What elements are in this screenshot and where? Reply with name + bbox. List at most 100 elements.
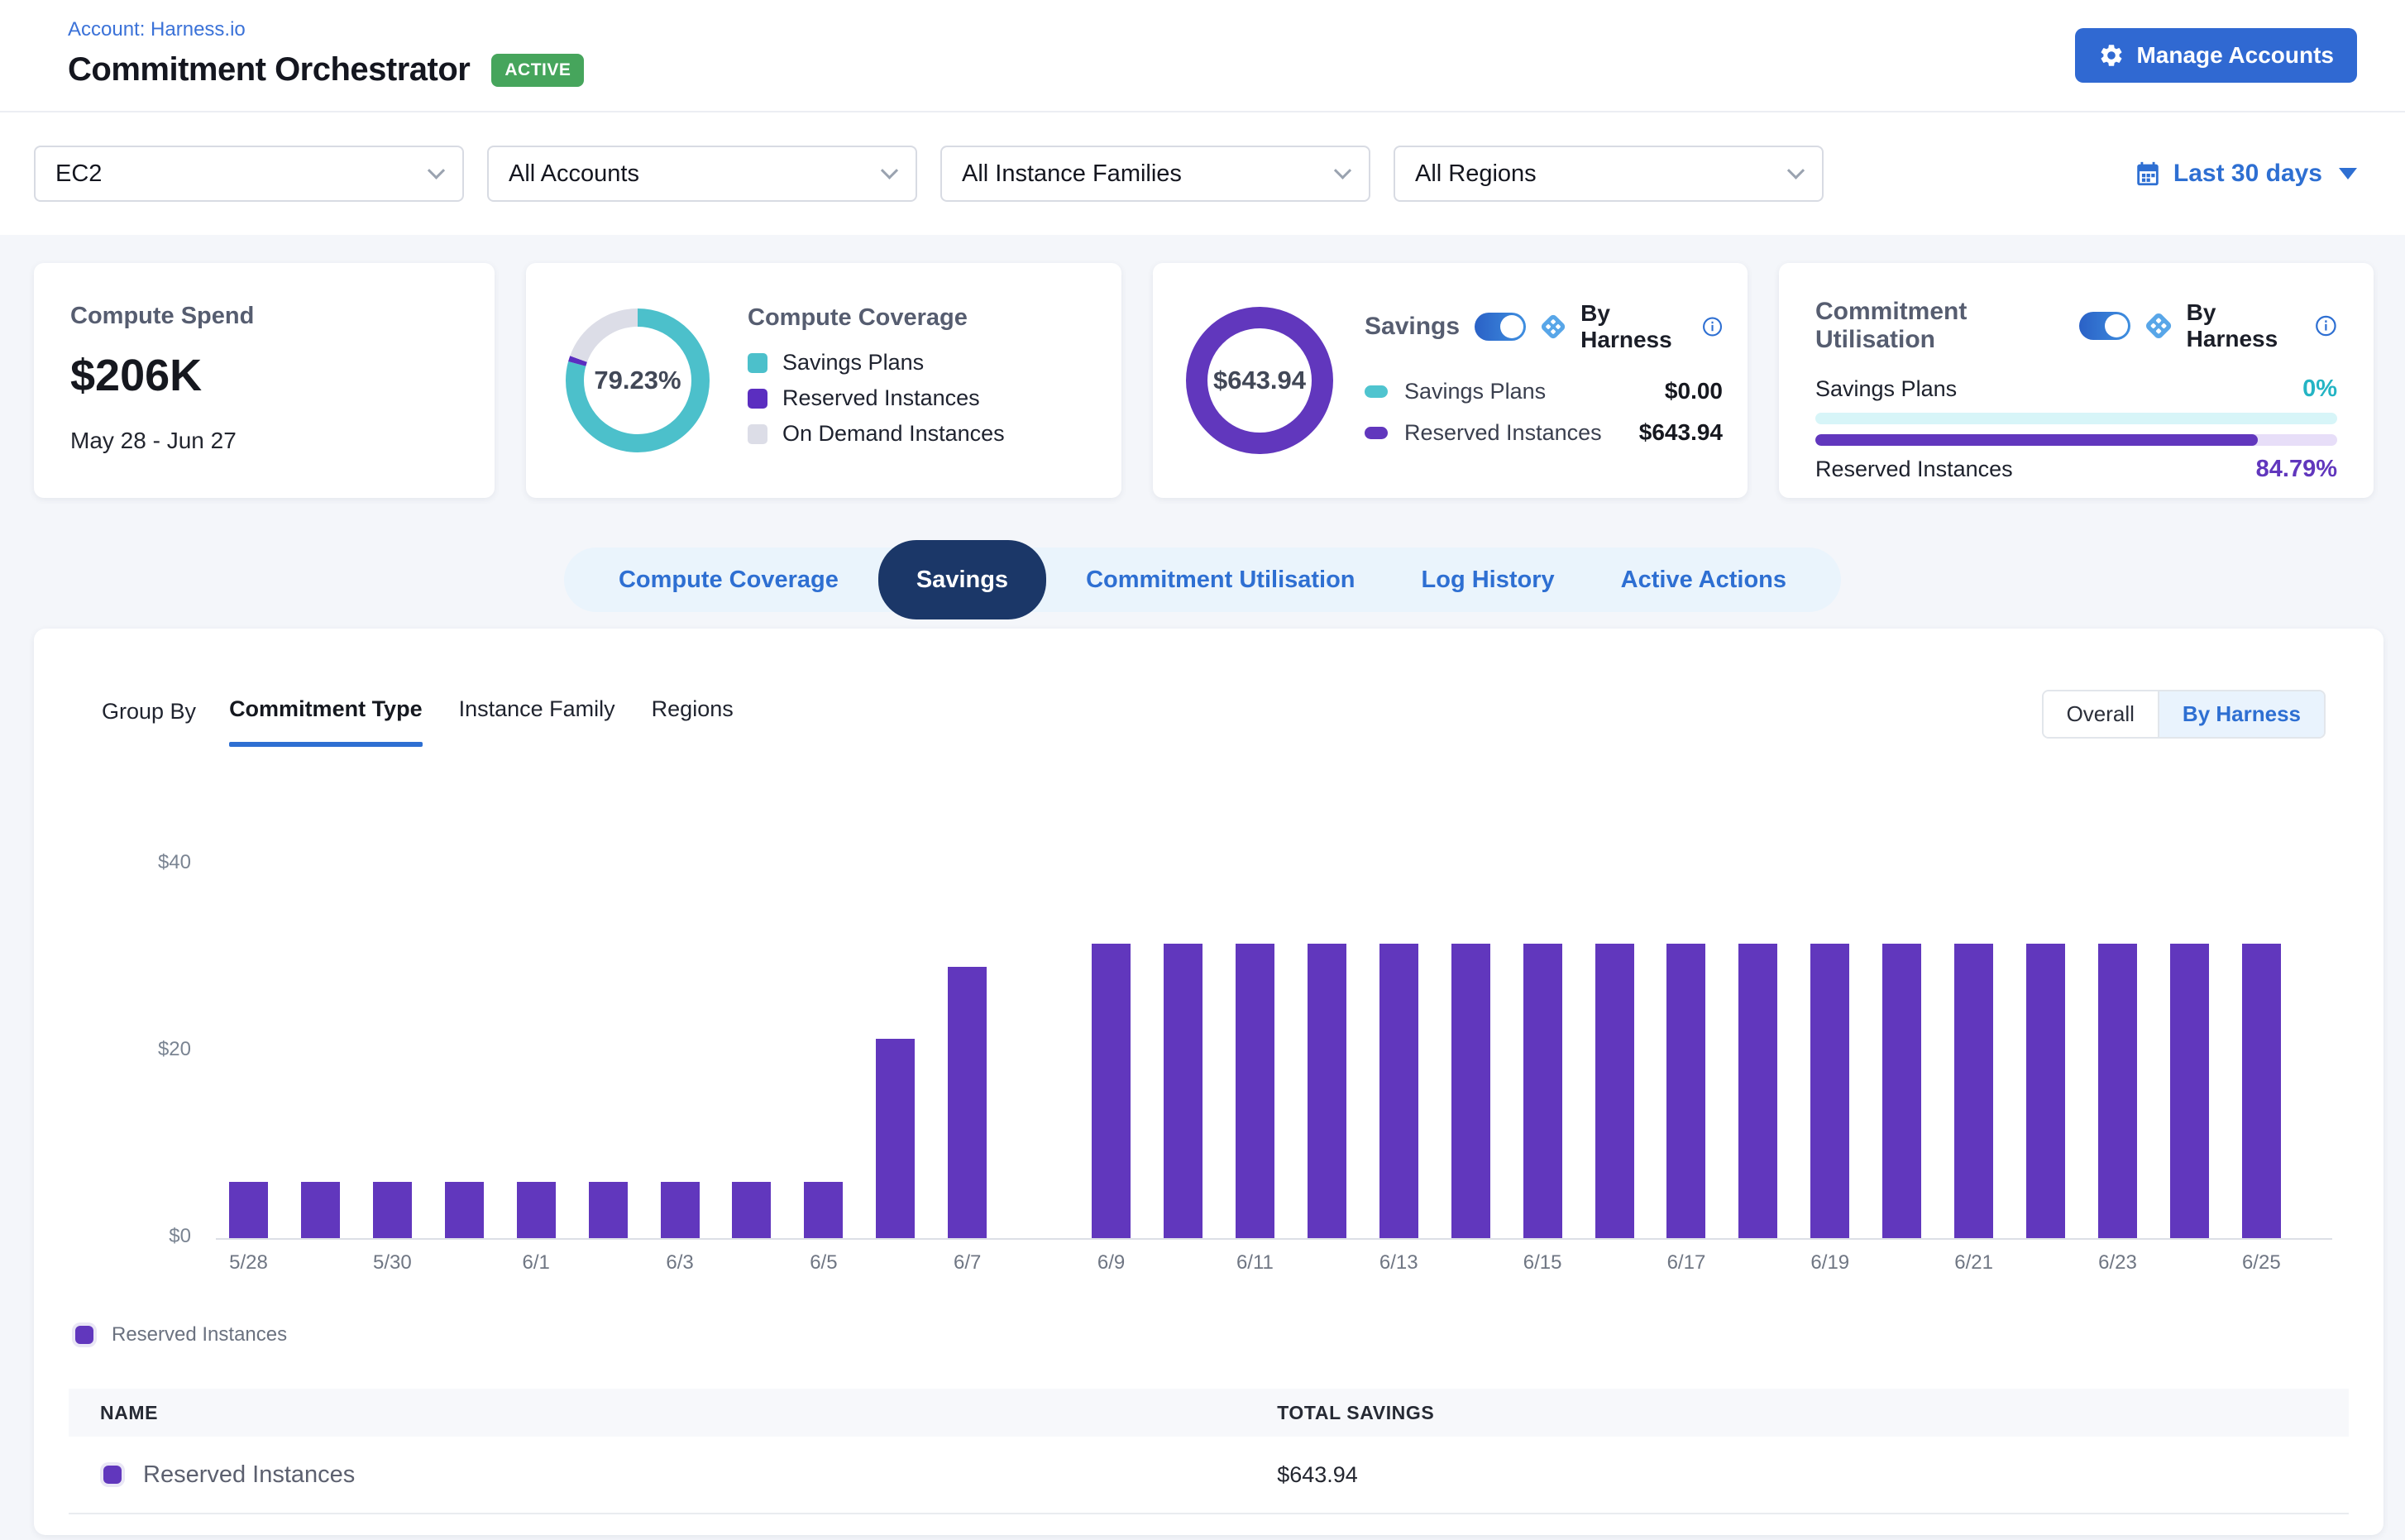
bar-5/28 [229, 1182, 268, 1238]
regions-filter-dropdown[interactable]: All Regions [1394, 146, 1824, 202]
manage-accounts-button[interactable]: Manage Accounts [2075, 28, 2357, 83]
group-by-row: Group By Commitment TypeInstance FamilyR… [69, 696, 2349, 727]
bar-6/16 [1595, 944, 1634, 1238]
bar-6/21 [1954, 944, 1993, 1238]
service-filter-dropdown[interactable]: EC2 [34, 146, 464, 202]
bar-6/19 [1810, 944, 1849, 1238]
info-icon[interactable] [2315, 313, 2337, 338]
x-axis-tick-5/30: 5/30 [373, 1251, 412, 1275]
x-axis-tick-6/25: 6/25 [2242, 1251, 2281, 1275]
harness-logo-icon [1541, 312, 1566, 342]
savings-by-harness-toggle[interactable] [1475, 313, 1526, 341]
utilisation-by-harness-toggle[interactable] [2079, 312, 2130, 340]
bar-6/23 [2098, 944, 2137, 1238]
chart-legend-label: Reserved Instances [112, 1323, 287, 1346]
bar-slot-6/15: 6/15 [1523, 944, 1562, 1238]
accounts-filter-dropdown[interactable]: All Accounts [487, 146, 917, 202]
compute-coverage-percent: 79.23% [559, 302, 716, 459]
bar-6/2 [589, 1182, 628, 1238]
table-row-reserved-instances[interactable]: Reserved Instances $643.94 [69, 1437, 2349, 1514]
tab-active-actions[interactable]: Active Actions [1588, 548, 1819, 612]
table-body: Reserved Instances $643.94 [69, 1437, 2349, 1514]
overall-by-harness-switch: OverallBy Harness [2042, 690, 2326, 739]
bar-slot-6/2 [589, 1182, 628, 1238]
tab-commitment-utilisation[interactable]: Commitment Utilisation [1053, 548, 1388, 612]
bar-slot-6/25: 6/25 [2242, 944, 2281, 1238]
bar-slot-6/10 [1164, 944, 1202, 1238]
row-total-savings: $643.94 [1277, 1462, 2349, 1488]
bar-slot-5/28: 5/28 [229, 1182, 268, 1238]
bar-slot-6/21: 6/21 [1954, 944, 1993, 1238]
savings-title: Savings [1365, 313, 1460, 341]
tab-log-history[interactable]: Log History [1389, 548, 1588, 612]
savings-by-harness-label: By Harness [1580, 300, 1687, 353]
group-by-regions[interactable]: Regions [652, 696, 734, 727]
bar-6/7 [948, 967, 987, 1238]
compute-spend-value: $206K [70, 350, 458, 401]
x-axis-tick-6/3: 6/3 [666, 1251, 693, 1275]
x-axis-tick-6/19: 6/19 [1810, 1251, 1849, 1275]
bar-5/29 [301, 1182, 340, 1238]
bar-6/18 [1738, 944, 1777, 1238]
view-by-harness[interactable]: By Harness [2158, 691, 2324, 737]
table-header: NAME TOTAL SAVINGS [69, 1389, 2349, 1437]
instance-families-filter-value: All Instance Families [962, 160, 1182, 188]
compute-coverage-title: Compute Coverage [748, 304, 1005, 332]
savings-card: $643.94 Savings [1153, 263, 1748, 498]
date-range-picker[interactable]: Last 30 days [2134, 160, 2357, 188]
bar-6/12 [1308, 944, 1346, 1238]
filter-bar: EC2 All Accounts All Instance Families All … [0, 112, 2405, 235]
bar-slot-6/7: 6/7 [948, 967, 987, 1238]
bar-slot-6/4 [732, 1182, 771, 1238]
savings-total: $643.94 [1181, 302, 1338, 459]
bar-6/13 [1379, 944, 1418, 1238]
info-icon[interactable] [1702, 314, 1723, 339]
tab-savings[interactable]: Savings [878, 540, 1046, 619]
group-by-instance-family[interactable]: Instance Family [459, 696, 615, 727]
date-range-label: Last 30 days [2173, 160, 2322, 188]
savings-donut: $643.94 [1181, 302, 1338, 459]
bar-slot-6/23: 6/23 [2098, 944, 2137, 1238]
savings-row-label: Savings Plans [1404, 379, 1648, 404]
bar-slot-6/11: 6/11 [1236, 944, 1274, 1238]
bar-slot-6/20 [1882, 944, 1921, 1238]
page: Account: Harness.io Commitment Orchestra… [0, 0, 2405, 1540]
summary-cards: Compute Spend $206K May 28 - Jun 27 79.2… [0, 235, 2405, 498]
bar-6/4 [732, 1182, 771, 1238]
reserved-instances-swatch [75, 1326, 93, 1344]
bar-6/1 [517, 1182, 556, 1238]
filter-dropdowns: EC2 All Accounts All Instance Families All … [34, 146, 1824, 202]
caret-down-icon [2339, 168, 2357, 179]
bar-slot-6/6 [876, 1039, 915, 1238]
bar-slot-6/22 [2026, 944, 2065, 1238]
savings-row-label: Reserved Instances [1404, 420, 1623, 446]
manage-accounts-label: Manage Accounts [2136, 42, 2334, 69]
tabs-row: Compute CoverageSavingsCommitment Utilis… [0, 548, 2405, 612]
savings-row-value: $0.00 [1665, 378, 1723, 404]
bar-6/15 [1523, 944, 1562, 1238]
x-axis-tick-6/9: 6/9 [1097, 1251, 1125, 1275]
y-axis-tick-20: $20 [158, 1038, 191, 1061]
x-axis-tick-5/28: 5/28 [229, 1251, 268, 1275]
bar-slot-6/16 [1595, 944, 1634, 1238]
bar-slot-6/14 [1451, 944, 1490, 1238]
utilisation-sp-percent: 0% [2302, 375, 2337, 403]
header: Account: Harness.io Commitment Orchestra… [0, 0, 2405, 112]
row-name: Reserved Instances [143, 1461, 355, 1489]
account-link[interactable]: Account: Harness.io [68, 18, 2359, 41]
bar-6/20 [1882, 944, 1921, 1238]
bar-slot-6/9: 6/9 [1092, 944, 1131, 1238]
compute-spend-period: May 28 - Jun 27 [70, 428, 458, 454]
bar-6/24 [2170, 944, 2209, 1238]
x-axis-tick-6/11: 6/11 [1236, 1251, 1274, 1275]
bar-slot-6/5: 6/5 [804, 1182, 843, 1238]
bar-6/22 [2026, 944, 2065, 1238]
instance-families-filter-dropdown[interactable]: All Instance Families [940, 146, 1370, 202]
x-axis-tick-6/15: 6/15 [1523, 1251, 1562, 1275]
view-overall[interactable]: Overall [2044, 691, 2158, 737]
bar-6/6 [876, 1039, 915, 1238]
legend-label: Reserved Instances [782, 385, 980, 411]
tab-compute-coverage[interactable]: Compute Coverage [586, 548, 872, 612]
table-header-name: NAME [69, 1402, 1277, 1424]
group-by-commitment-type[interactable]: Commitment Type [229, 696, 423, 727]
